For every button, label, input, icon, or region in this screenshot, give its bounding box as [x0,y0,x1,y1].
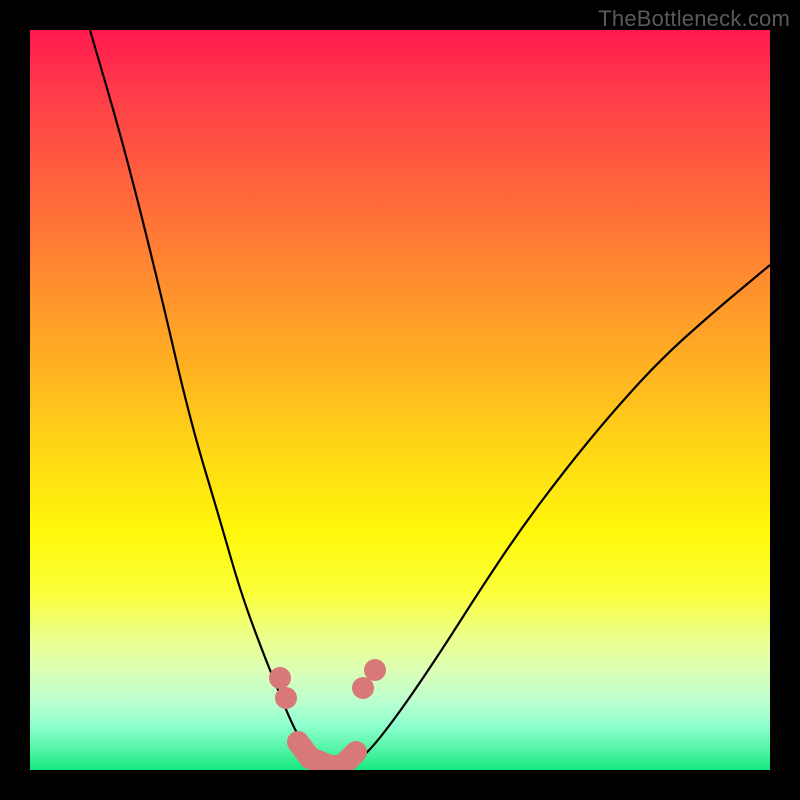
curve-markers [269,659,386,709]
bottleneck-curve [90,30,770,768]
low-point-segment [298,742,356,766]
curve-marker [364,659,386,681]
curve-marker [269,667,291,689]
watermark: TheBottleneck.com [598,6,790,32]
curve-marker [352,677,374,699]
curve-layer [30,30,770,770]
curve-marker [275,687,297,709]
chart-frame [30,30,770,770]
